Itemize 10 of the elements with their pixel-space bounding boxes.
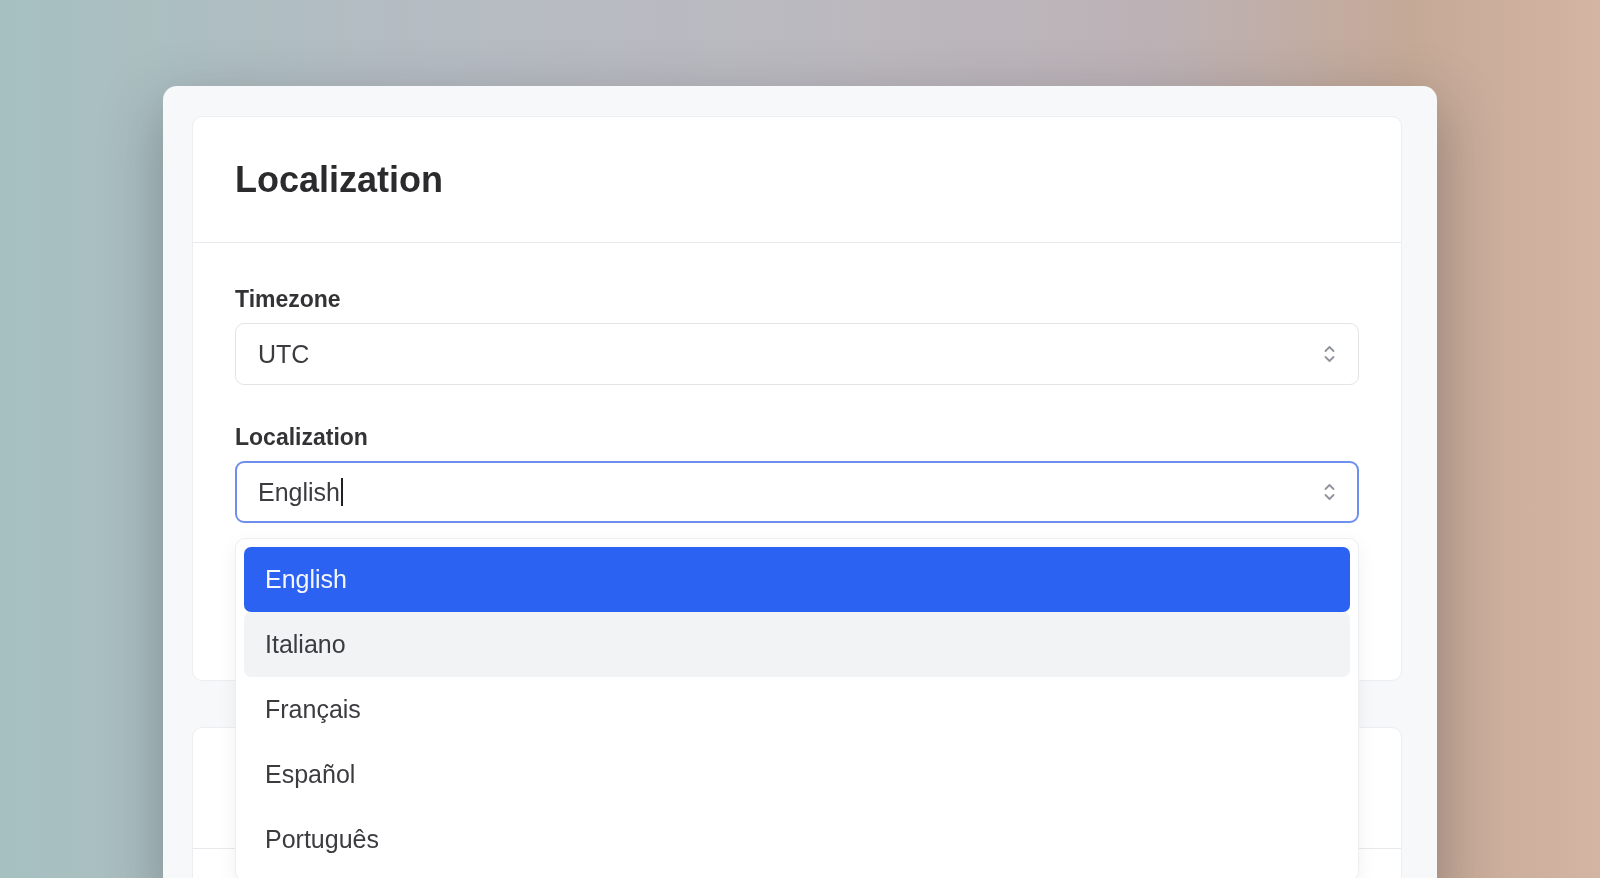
card-title: Localization xyxy=(235,158,444,201)
select-field[interactable]: English xyxy=(235,461,1359,523)
chevron-up-down-icon xyxy=(1324,483,1335,501)
dropdown-option[interactable]: Italiano xyxy=(244,612,1350,677)
chevron-up-down-icon xyxy=(1324,345,1335,363)
field-label: Localization xyxy=(235,423,368,451)
field-label: Timezone xyxy=(235,285,341,313)
select-field[interactable]: UTC xyxy=(235,323,1359,385)
text-cursor xyxy=(341,478,343,506)
dropdown-option[interactable]: English xyxy=(244,547,1350,612)
